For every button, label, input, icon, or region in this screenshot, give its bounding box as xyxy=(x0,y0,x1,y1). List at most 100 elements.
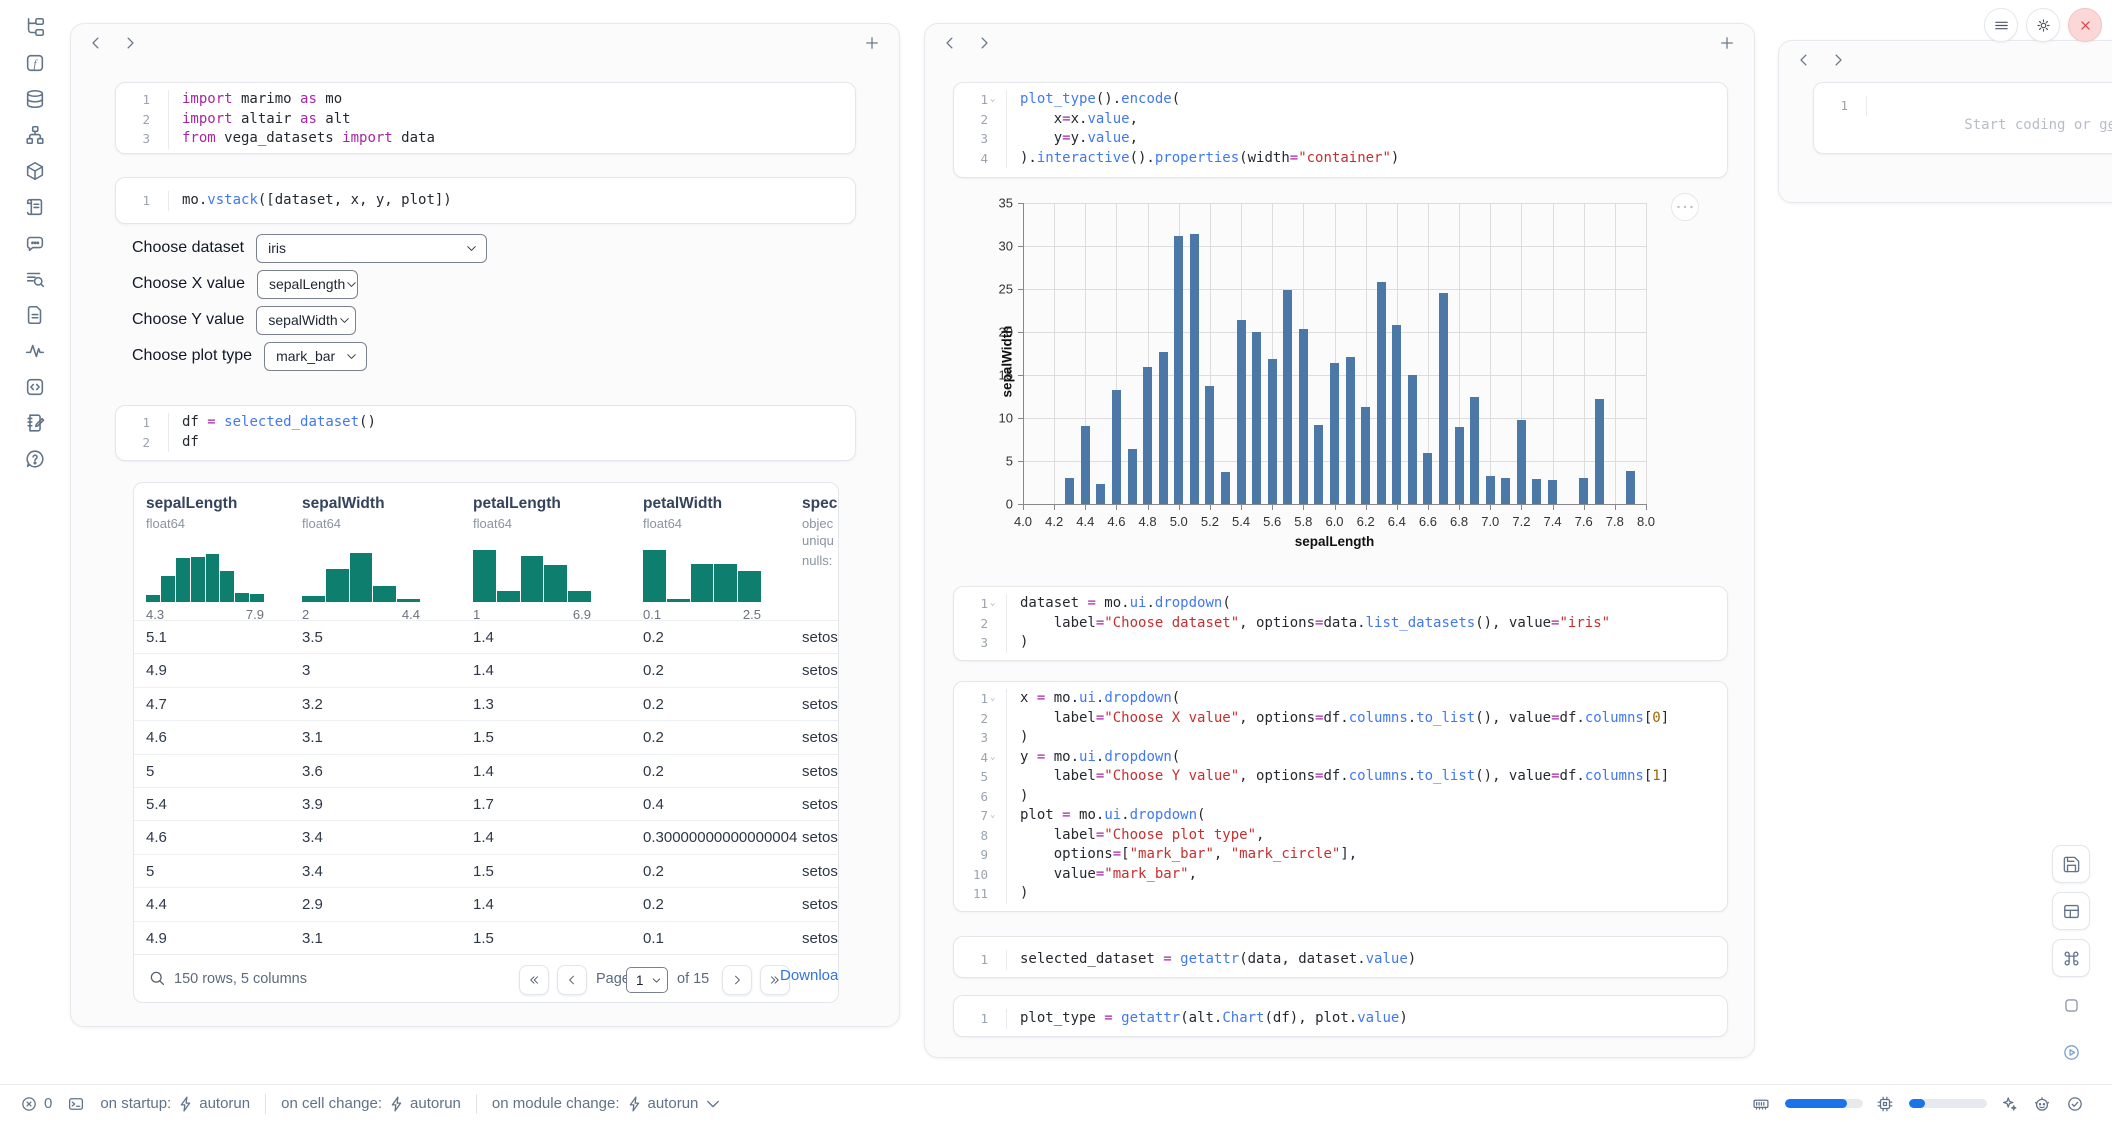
run-button[interactable] xyxy=(2052,1033,2090,1071)
functions-icon[interactable]: f xyxy=(22,50,48,76)
chart-bar[interactable] xyxy=(1096,484,1105,504)
runtime-setting-1[interactable]: on cell change:autorun xyxy=(281,1095,461,1113)
fold-chevron-icon[interactable]: ⌄ xyxy=(988,748,1001,768)
previous-page-button[interactable] xyxy=(557,965,587,995)
runtime-setting-0[interactable]: on startup:autorun xyxy=(100,1095,250,1113)
chart-bar[interactable] xyxy=(1143,367,1152,504)
chart-bar[interactable] xyxy=(1455,427,1464,504)
cell-editor-xy-dropdowns[interactable]: 1⌄x = mo.ui.dropdown(2 label="Choose X v… xyxy=(953,681,1728,912)
chevron-left-icon[interactable] xyxy=(1795,51,1813,74)
chart-bar[interactable] xyxy=(1470,397,1479,505)
runtime-setting-2[interactable]: on module change:autorun xyxy=(492,1095,718,1113)
generate-link[interactable]: generate xyxy=(2099,117,2112,133)
chevron-right-icon[interactable] xyxy=(975,34,993,57)
terminal-button[interactable] xyxy=(67,1095,85,1113)
cell-editor-plot[interactable]: 1⌄plot_type().encode(2 x=x.value,3 y=y.v… xyxy=(953,82,1728,178)
chart-bar[interactable] xyxy=(1252,332,1261,504)
search-icon[interactable] xyxy=(148,969,166,992)
chart-bar[interactable] xyxy=(1346,357,1355,504)
chart-plot-area[interactable] xyxy=(1023,203,1646,504)
first-page-button[interactable] xyxy=(519,965,549,995)
chart-bar[interactable] xyxy=(1361,407,1370,504)
chart-bar[interactable] xyxy=(1377,282,1386,504)
connection-status-button[interactable] xyxy=(2066,1095,2086,1113)
scratchpad-icon[interactable] xyxy=(22,410,48,436)
error-count-button[interactable]: 0 xyxy=(20,1095,52,1113)
frame-button[interactable] xyxy=(2052,986,2090,1024)
shutdown-button[interactable] xyxy=(2068,8,2102,42)
menu-button[interactable] xyxy=(1984,8,2018,42)
column-header-petalWidth[interactable]: petalWidthfloat640.12.5 xyxy=(643,495,795,531)
chatbot-icon[interactable] xyxy=(22,230,48,256)
chart-bar[interactable] xyxy=(1626,471,1635,504)
layout-button[interactable] xyxy=(2052,892,2090,930)
chart-bar[interactable] xyxy=(1283,290,1292,504)
log-search-icon[interactable] xyxy=(22,266,48,292)
chart-bar[interactable] xyxy=(1190,234,1199,504)
column-header-sepalLength[interactable]: sepalLengthfloat644.37.9 xyxy=(146,495,298,531)
add-cell-icon[interactable] xyxy=(1718,34,1736,57)
chart-bar[interactable] xyxy=(1299,329,1308,504)
column-header-sepalWidth[interactable]: sepalWidthfloat6424.4 xyxy=(302,495,454,531)
snippets-icon[interactable] xyxy=(22,374,48,400)
chart-bar[interactable] xyxy=(1408,375,1417,504)
chart-bar[interactable] xyxy=(1112,390,1121,504)
column-header-speci[interactable]: speciobjecuniqunulls: xyxy=(802,495,839,571)
chevron-right-icon[interactable] xyxy=(1829,51,1847,74)
command-palette-button[interactable] xyxy=(2052,939,2090,977)
chart-bar[interactable] xyxy=(1423,453,1432,504)
chart-bar[interactable] xyxy=(1439,293,1448,504)
ai-sparkles-button[interactable] xyxy=(2000,1095,2020,1113)
chart-bar[interactable] xyxy=(1330,363,1339,504)
fold-chevron-icon[interactable]: ⌄ xyxy=(988,806,1001,826)
settings-button[interactable] xyxy=(2026,8,2060,42)
dropdown-choose-x-value[interactable]: sepalLength xyxy=(257,270,358,299)
chart-bar[interactable] xyxy=(1128,449,1137,504)
dropdown-choose-plot-type[interactable]: mark_bar xyxy=(264,342,367,371)
chart-bar[interactable] xyxy=(1205,386,1214,504)
document-icon[interactable] xyxy=(22,302,48,328)
file-tree-icon[interactable] xyxy=(22,14,48,40)
chart-bar[interactable] xyxy=(1486,476,1495,504)
chevron-left-icon[interactable] xyxy=(941,34,959,57)
add-cell-icon[interactable] xyxy=(863,34,881,57)
column-header-petalLength[interactable]: petalLengthfloat6416.9 xyxy=(473,495,625,531)
chart-bar[interactable] xyxy=(1174,236,1183,504)
fold-chevron-icon[interactable]: ⌄ xyxy=(988,689,1001,709)
assistant-button[interactable] xyxy=(2033,1095,2053,1113)
cell-editor-vstack[interactable]: 1mo.vstack([dataset, x, y, plot]) xyxy=(115,177,856,224)
cell-editor-empty[interactable]: 1 Start coding or generate with AI xyxy=(1813,82,2112,154)
scroll-icon[interactable] xyxy=(22,194,48,220)
chart-bar[interactable] xyxy=(1517,420,1526,504)
next-page-button[interactable] xyxy=(722,965,752,995)
chart-bar[interactable] xyxy=(1081,426,1090,504)
chevron-right-icon[interactable] xyxy=(121,34,139,57)
package-icon[interactable] xyxy=(22,158,48,184)
chart-bar[interactable] xyxy=(1159,352,1168,504)
cell-editor-imports[interactable]: 1import marimo as mo2import altair as al… xyxy=(115,82,856,154)
page-select[interactable]: 1 xyxy=(626,967,668,993)
cell-editor-dataset-dropdown[interactable]: 1⌄dataset = mo.ui.dropdown(2 label="Choo… xyxy=(953,586,1728,661)
chart-bar[interactable] xyxy=(1221,472,1230,504)
activity-icon[interactable] xyxy=(22,338,48,364)
chevron-left-icon[interactable] xyxy=(87,34,105,57)
chart-bar[interactable] xyxy=(1237,320,1246,504)
chart-bar[interactable] xyxy=(1595,399,1604,504)
fold-chevron-icon[interactable]: ⌄ xyxy=(988,594,1001,614)
chart-bar[interactable] xyxy=(1501,478,1510,504)
chart-bar[interactable] xyxy=(1548,480,1557,504)
fold-chevron-icon[interactable]: ⌄ xyxy=(988,90,1001,110)
cell-editor-df[interactable]: 1df = selected_dataset()2df xyxy=(115,405,856,461)
database-icon[interactable] xyxy=(22,86,48,112)
dependency-graph-icon[interactable] xyxy=(22,122,48,148)
cell-editor-selected-dataset[interactable]: 1selected_dataset = getattr(data, datase… xyxy=(953,936,1728,978)
chart-bar[interactable] xyxy=(1065,478,1074,504)
dropdown-choose-y-value[interactable]: sepalWidth xyxy=(256,306,356,335)
chart-bar[interactable] xyxy=(1532,479,1541,504)
chart-menu-button[interactable] xyxy=(1671,193,1699,221)
cell-editor-plot-type[interactable]: 1plot_type = getattr(alt.Chart(df), plot… xyxy=(953,995,1728,1037)
chart-bar[interactable] xyxy=(1268,359,1277,504)
chart-bar[interactable] xyxy=(1579,478,1588,504)
help-icon[interactable] xyxy=(22,446,48,472)
chart-bar[interactable] xyxy=(1314,425,1323,504)
